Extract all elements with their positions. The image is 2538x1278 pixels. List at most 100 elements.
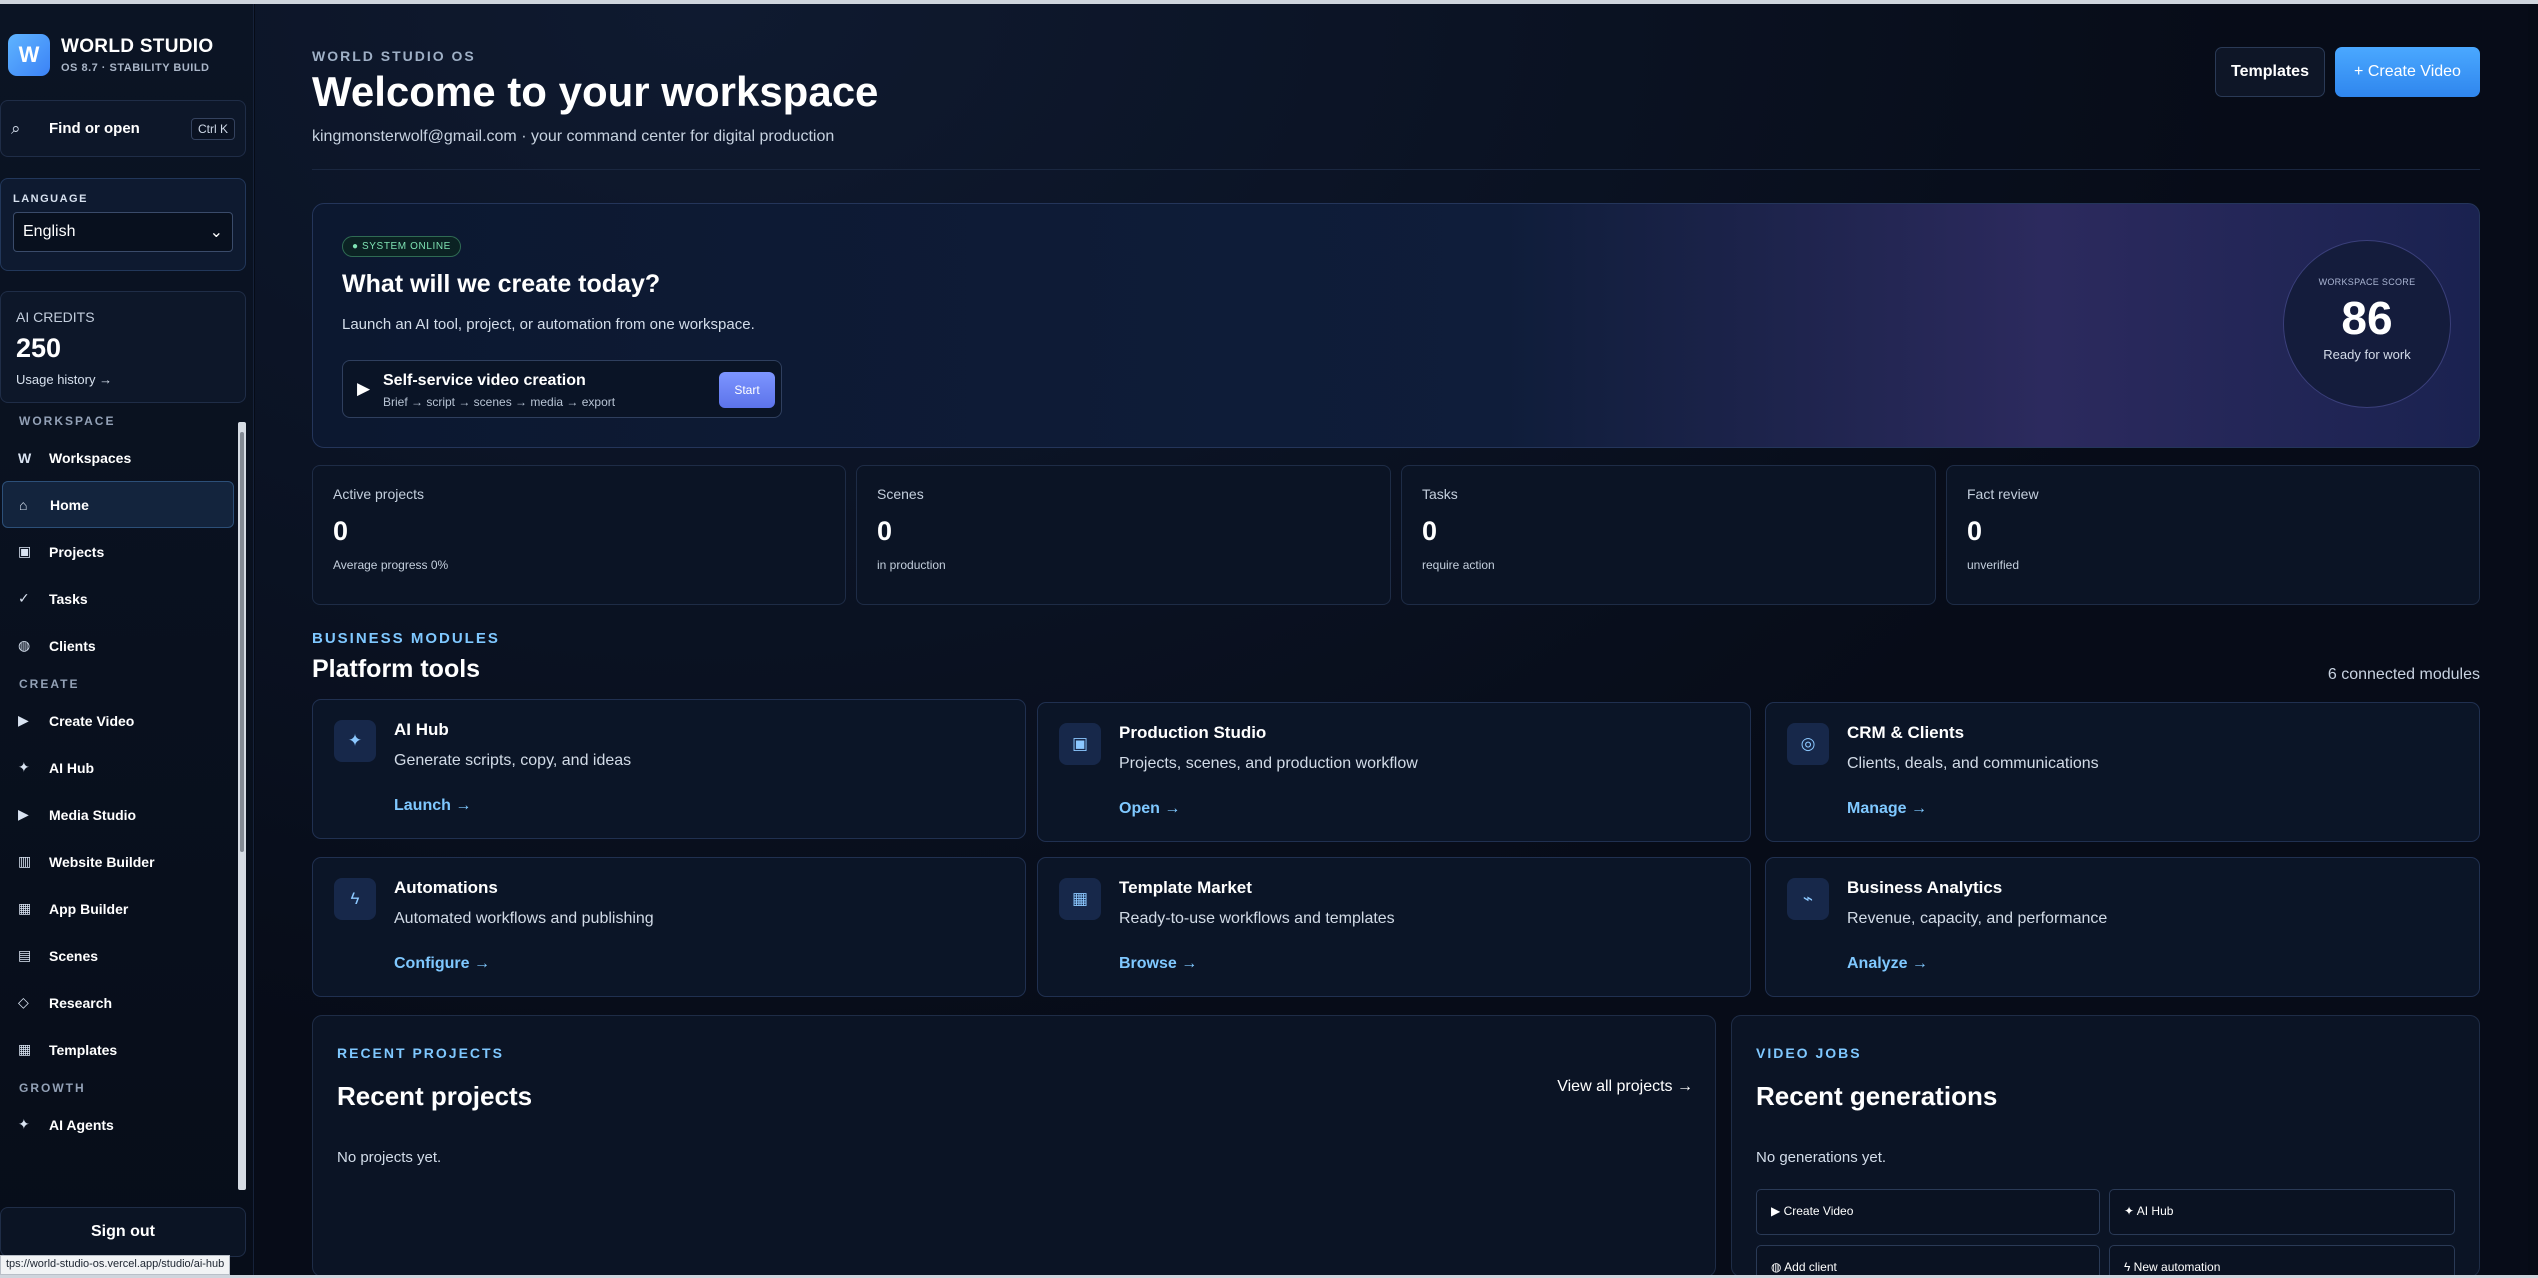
stat-card-scenes: Scenes 0 in production: [856, 465, 1391, 605]
sign-out-button[interactable]: Sign out: [0, 1207, 246, 1257]
credits-caption: AI CREDITS: [16, 309, 95, 325]
module-link[interactable]: Open →: [1119, 800, 1180, 818]
language-select[interactable]: English ⌄: [13, 212, 233, 252]
scenes-icon: ▤: [18, 947, 32, 963]
service-title: Self-service video creation: [383, 372, 586, 389]
module-title: AI Hub: [394, 720, 449, 739]
quick-action-ai-hub[interactable]: ✦ AI Hub: [2109, 1189, 2455, 1235]
section-workspace: WORKSPACE: [19, 414, 116, 428]
stat-label: Scenes: [877, 486, 924, 502]
lightning-icon: ϟ: [334, 878, 376, 920]
language-panel: LANGUAGE English ⌄: [0, 178, 246, 271]
sidebar-item-scenes[interactable]: ▤ Scenes: [0, 932, 242, 979]
brand-title: WORLD STUDIO: [61, 36, 214, 57]
production-icon: ▣: [1059, 723, 1101, 765]
workspace-score: WORKSPACE SCORE 86 Ready for work: [2283, 240, 2451, 408]
play-icon: ▶: [18, 712, 29, 728]
sidebar-item-create-video[interactable]: ▶ Create Video: [0, 697, 242, 744]
module-link[interactable]: Manage →: [1847, 800, 1927, 818]
start-button[interactable]: Start: [719, 372, 775, 408]
service-subtitle: Brief → script → scenes → media → export: [383, 395, 616, 409]
stat-value: 0: [1422, 516, 1438, 546]
module-title: CRM & Clients: [1847, 723, 1965, 742]
create-video-button[interactable]: + Create Video: [2335, 47, 2480, 97]
sidebar-item-projects[interactable]: ▣ Projects: [0, 528, 242, 575]
sidebar-item-label: Clients: [49, 637, 96, 654]
brand[interactable]: W WORLD STUDIO OS 8.7 · STABILITY BUILD: [8, 34, 213, 76]
target-icon: ◎: [1787, 723, 1829, 765]
templates-button[interactable]: Templates: [2215, 47, 2325, 97]
sidebar-item-media-studio[interactable]: ▶ Media Studio: [0, 791, 242, 838]
logo: W: [8, 34, 50, 76]
status-url: tps://world-studio-os.vercel.app/studio/…: [0, 1255, 231, 1275]
sidebar-item-label: AI Hub: [49, 759, 95, 776]
module-link[interactable]: Analyze →: [1847, 955, 1928, 973]
search-icon: ⌕: [11, 118, 21, 138]
main-content: WORLD STUDIO OS Welcome to your workspac…: [255, 4, 2528, 1278]
modules-eyebrow: BUSINESS MODULES: [312, 630, 500, 647]
page-title: Welcome to your workspace: [312, 68, 879, 115]
stat-value: 0: [333, 516, 349, 546]
sidebar-item-research[interactable]: ◇ Research: [0, 979, 242, 1026]
stat-detail: Average progress 0%: [333, 558, 449, 572]
module-title: Business Analytics: [1847, 878, 2003, 897]
panel-eyebrow: VIDEO JOBS: [1756, 1045, 1862, 1061]
module-description: Projects, scenes, and production workflo…: [1119, 755, 1418, 772]
module-ai-hub[interactable]: ✦ AI Hub Generate scripts, copy, and ide…: [312, 699, 1026, 839]
sidebar-item-ai-hub[interactable]: ✦ AI Hub: [0, 744, 242, 791]
module-link[interactable]: Configure →: [394, 955, 490, 973]
quick-action-add-client[interactable]: ◍ Add client: [1756, 1245, 2100, 1278]
grid-icon: ▦: [1059, 878, 1101, 920]
sparkle-icon: ✦: [334, 720, 376, 762]
language-caption: LANGUAGE: [13, 193, 88, 205]
module-crm-clients[interactable]: ◎ CRM & Clients Clients, deals, and comm…: [1765, 702, 2480, 842]
sidebar-item-templates[interactable]: ▦ Templates: [0, 1026, 242, 1073]
self-service-card[interactable]: ▶ Self-service video creation Brief → sc…: [342, 360, 782, 418]
hero-title: What will we create today?: [342, 270, 661, 298]
stat-label: Active projects: [333, 486, 425, 502]
sidebar-item-clients[interactable]: ◍ Clients: [0, 622, 242, 669]
modules-count: 6 connected modules: [2327, 666, 2480, 683]
sidebar-item-website-builder[interactable]: ▥ Website Builder: [0, 838, 242, 885]
module-business-analytics[interactable]: ⌁ Business Analytics Revenue, capacity, …: [1765, 857, 2480, 997]
video-jobs-panel: VIDEO JOBS Recent generations No generat…: [1731, 1015, 2480, 1278]
sidebar-scroll-thumb[interactable]: [240, 432, 244, 852]
find-label: Find or open: [49, 120, 140, 137]
sidebar-item-app-builder[interactable]: ▦ App Builder: [0, 885, 242, 932]
sidebar-item-label: Create Video: [49, 712, 135, 729]
module-automations[interactable]: ϟ Automations Automated workflows and pu…: [312, 857, 1026, 997]
sidebar-item-tasks[interactable]: ✓ Tasks: [0, 575, 242, 622]
sidebar-item-label: Home: [50, 496, 89, 513]
module-template-market[interactable]: ▦ Template Market Ready-to-use workflows…: [1037, 857, 1751, 997]
stat-label: Tasks: [1422, 486, 1458, 502]
section-growth: GROWTH: [19, 1081, 86, 1095]
module-production-studio[interactable]: ▣ Production Studio Projects, scenes, an…: [1037, 702, 1751, 842]
module-link[interactable]: Browse →: [1119, 955, 1197, 973]
sidebar-item-label: Scenes: [49, 947, 99, 964]
sidebar-item-label: App Builder: [49, 900, 129, 917]
usage-history-link[interactable]: Usage history →: [16, 372, 230, 387]
shortcut-badge: Ctrl K: [191, 117, 235, 140]
empty-state: No generations yet.: [1756, 1149, 1887, 1166]
stat-detail: unverified: [1967, 558, 2020, 572]
quick-action-new-automation[interactable]: ϟ New automation: [2109, 1245, 2455, 1278]
find-or-open-button[interactable]: ⌕ Find or open Ctrl K: [0, 100, 246, 157]
status-badge: ● SYSTEM ONLINE: [342, 236, 461, 257]
hero-card: ● SYSTEM ONLINE What will we create toda…: [312, 203, 2480, 448]
quick-action-create-video[interactable]: ▶ Create Video: [1756, 1189, 2100, 1235]
diamond-icon: ◇: [18, 994, 29, 1010]
sidebar-item-workspaces[interactable]: W Workspaces: [0, 434, 242, 481]
columns-icon: ▥: [18, 853, 32, 869]
home-icon: ⌂: [19, 496, 28, 513]
sidebar-item-home[interactable]: ⌂ Home: [2, 481, 234, 528]
module-description: Ready-to-use workflows and templates: [1119, 910, 1395, 927]
module-link[interactable]: Launch →: [394, 797, 471, 815]
sidebar-item-ai-agents[interactable]: ✦ AI Agents: [0, 1101, 242, 1148]
chevron-down-icon: ⌄: [209, 224, 223, 241]
stat-card-active-projects: Active projects 0 Average progress 0%: [312, 465, 846, 605]
grid-icon: ▦: [18, 900, 32, 916]
view-all-projects-link[interactable]: View all projects →: [1557, 1078, 1693, 1096]
sparkle-icon: ✦: [18, 759, 30, 775]
analytics-icon: ⌁: [1787, 878, 1829, 920]
panel-title: Recent generations: [1756, 1081, 1998, 1111]
